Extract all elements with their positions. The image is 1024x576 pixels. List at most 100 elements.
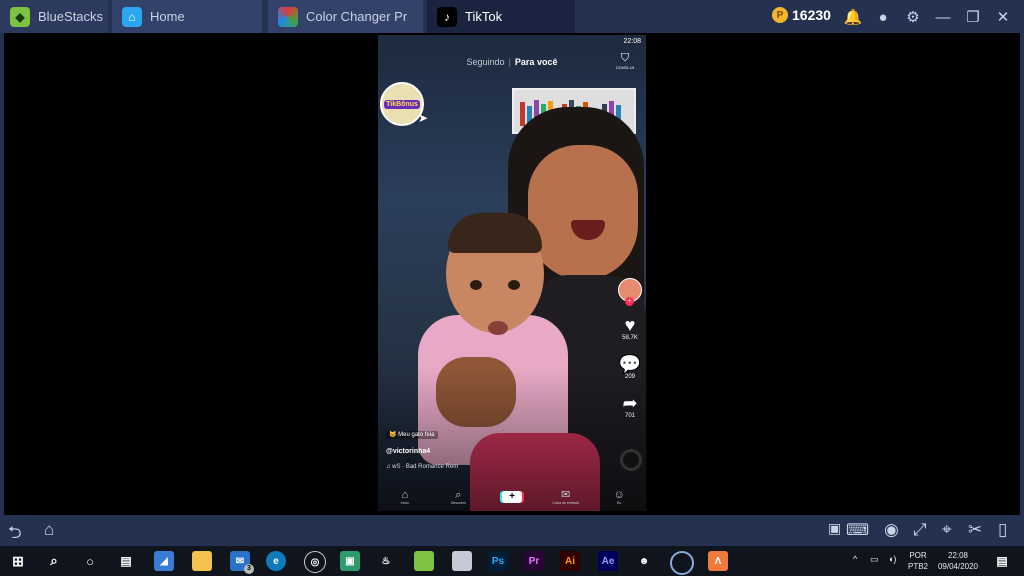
share-button[interactable]: ➦ 701 [616, 394, 644, 419]
chevron-up-icon[interactable]: ^ [853, 554, 857, 564]
tab-label: Home [150, 9, 185, 24]
notification-icon[interactable]: ▤ [992, 551, 1012, 571]
tab-for-you[interactable]: Para você [515, 57, 558, 67]
home-icon: ⌂ [401, 489, 409, 501]
game-icon[interactable]: ▣ [340, 551, 360, 571]
rotate-icon[interactable]: ▯ [998, 520, 1007, 540]
bluestacks-logo-icon: ◆ [10, 6, 30, 27]
heart-icon: ♥ [624, 315, 636, 335]
file-explorer-icon[interactable] [192, 551, 212, 571]
tab-label: BlueStacks [38, 9, 104, 24]
nav-discover[interactable]: ⌕ Descobrir [438, 489, 478, 505]
tab-color-changer[interactable]: Color Changer Pr [268, 0, 423, 33]
share-count: 701 [624, 413, 635, 419]
home-button-icon[interactable]: ⌂ [44, 520, 54, 540]
tiktok-icon: ♪ [437, 6, 457, 27]
nav-me[interactable]: ☺ Eu [599, 489, 639, 505]
creator-avatar[interactable]: + [618, 278, 642, 306]
coin-icon: P [772, 7, 788, 23]
nav-inbox[interactable]: ✉ Caixa de entrada [546, 489, 586, 505]
music-disc-icon[interactable] [620, 449, 642, 471]
illustrator-icon[interactable]: Ai [560, 551, 580, 571]
shield-icon: ⛉ [620, 52, 630, 64]
cat-app-icon[interactable]: ☻ [634, 551, 654, 571]
after-effects-icon[interactable]: Ae [598, 551, 618, 571]
coin-count: 16230 [792, 7, 831, 23]
caption-text: Meu gato feia [398, 432, 435, 438]
scissors-icon[interactable]: ✂ [968, 520, 982, 540]
premiere-icon[interactable]: Pr [524, 551, 544, 571]
nav-create[interactable]: + [492, 491, 532, 503]
profile-icon: ☺ [613, 489, 625, 501]
comment-button[interactable]: 💬 209 [616, 355, 644, 380]
covid-info-button[interactable]: ⛉ COVID-19 [612, 52, 638, 70]
cortana-icon[interactable]: ○ [80, 551, 100, 571]
task-view-icon[interactable]: ▤ [116, 551, 136, 571]
bell-icon[interactable]: 🔔 [843, 7, 863, 27]
music-title: wS · Bad Romance Rem [392, 464, 459, 470]
coin-counter[interactable]: P 16230 [772, 7, 831, 23]
eye-icon[interactable]: ◉ [884, 520, 899, 540]
mail-icon[interactable]: ✉ 3 [230, 551, 254, 574]
restore-icon[interactable]: ❐ [963, 7, 983, 27]
video-caption: 🐱 Meu gato feia [386, 431, 438, 439]
tab-label: Color Changer Pr [306, 9, 408, 24]
bluestacks-taskbar-icon[interactable] [414, 551, 434, 571]
home-icon: ⌂ [122, 6, 142, 27]
tab-following[interactable]: Seguindo [467, 57, 505, 67]
keyboard-icon[interactable]: ⌨ [846, 520, 869, 540]
gear-icon[interactable]: ⚙ [903, 7, 923, 27]
steam-icon[interactable]: ♨ [376, 551, 396, 571]
tiktok-video-screen[interactable]: 22:08 Seguindo | Para você ⛉ COVID-19 TikB… [378, 35, 646, 511]
inbox-icon: ✉ [560, 489, 571, 501]
mouse-cursor-icon: ➤ [418, 111, 429, 125]
account-icon[interactable]: ● [873, 7, 893, 27]
tab-label: TikTok [465, 9, 503, 24]
tab-home[interactable]: ⌂ Home [112, 0, 262, 33]
app-icon[interactable]: ◢ [154, 551, 174, 571]
app-icon[interactable]: Λ [708, 551, 728, 571]
minimize-icon[interactable]: — [933, 7, 953, 27]
windows-taskbar: ⊞ ⌕ ○ ▤ ◢ ✉ 3 e ◎ ▣ ♨ Ps Pr Ai Ae ☻ Λ ^ ▭… [0, 546, 1024, 576]
color-changer-app-icon [278, 6, 298, 27]
tab-tiktok[interactable]: ♪ TikTok [427, 0, 575, 33]
covid-label: COVID-19 [615, 65, 635, 70]
fullscreen-icon[interactable]: ⤢ [913, 520, 927, 540]
music-track[interactable]: ♫ wS · Bad Romance Rem [386, 464, 458, 470]
system-clock[interactable]: 22:08 09/04/2020 [935, 550, 981, 572]
creator-username[interactable]: @victorinha4 [386, 448, 430, 455]
app-icon[interactable] [452, 551, 472, 571]
language-indicator[interactable]: POR PTB2 [908, 550, 928, 572]
chrome-like-icon[interactable]: ◎ [304, 551, 326, 573]
follow-plus-icon[interactable]: + [625, 297, 634, 306]
music-note-icon: ♫ [386, 464, 391, 470]
share-arrow-icon: ➦ [622, 393, 638, 413]
like-button[interactable]: ♥ 58,7K [616, 316, 644, 341]
feed-tabs: Seguindo | Para você [466, 57, 558, 67]
mail-badge: 3 [244, 564, 254, 574]
app-icon[interactable] [670, 551, 694, 575]
phone-clock: 22:08 [623, 38, 641, 45]
network-icon[interactable]: ▭ [870, 554, 879, 565]
keymap-icon[interactable]: ▣ [828, 520, 841, 537]
windows-start-icon[interactable]: ⊞ [8, 551, 28, 571]
bluestacks-bottom-bar: ⮌ ⌂ ▣ ⌨ ◉ ⤢ ⌖ ✂ ▯ [0, 515, 1024, 546]
comment-icon: 💬 [618, 354, 642, 374]
search-icon[interactable]: ⌕ [44, 551, 64, 571]
volume-icon[interactable]: ◖) [888, 554, 896, 564]
edge-icon[interactable]: e [266, 551, 286, 571]
tab-bluestacks[interactable]: ◆ BlueStacks [0, 0, 108, 33]
close-icon[interactable]: ✕ [993, 7, 1013, 27]
create-plus-icon: + [501, 491, 522, 503]
action-sidebar: + ♥ 58,7K 💬 209 ➦ 701 [616, 278, 644, 419]
tiktok-bottom-nav: ⌂ Início ⌕ Descobrir + ✉ Caixa de entrada ☺… [378, 483, 646, 511]
tikbonus-label: TikBônus [384, 99, 420, 109]
like-count: 58,7K [622, 335, 638, 341]
search-icon: ⌕ [455, 489, 462, 501]
comment-count: 209 [624, 374, 635, 380]
photoshop-icon[interactable]: Ps [488, 551, 508, 571]
back-icon[interactable]: ⮌ [8, 520, 22, 549]
location-icon[interactable]: ⌖ [942, 520, 952, 540]
bluestacks-title-bar: ◆ BlueStacks ⌂ Home Color Changer Pr ♪ T… [0, 0, 1024, 33]
nav-home[interactable]: ⌂ Início [385, 489, 425, 505]
